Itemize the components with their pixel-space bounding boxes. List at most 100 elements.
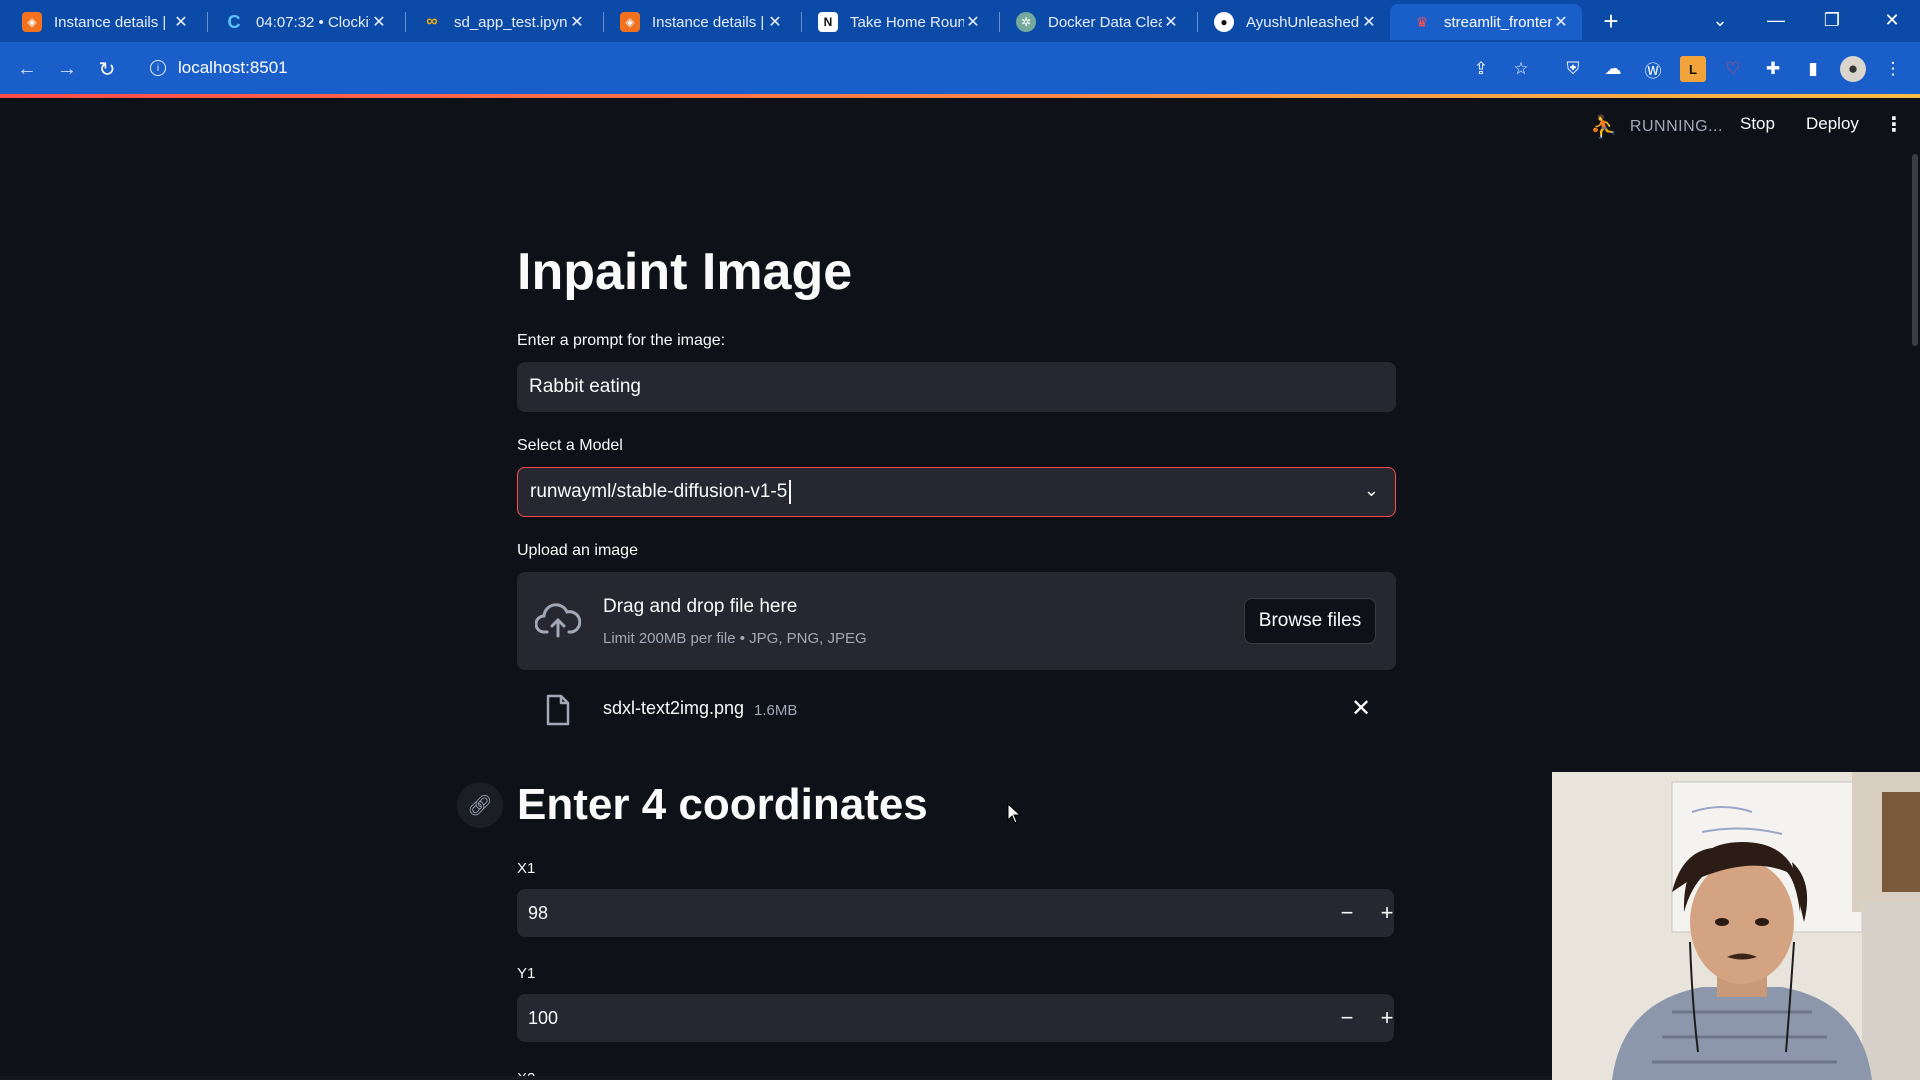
close-icon[interactable]: ✕ [964, 13, 982, 31]
running-label: RUNNING... [1629, 118, 1723, 135]
tab-title: 04:07:32 • Clockif [256, 13, 370, 31]
tab-title: Instance details | [652, 13, 765, 31]
tab-title: streamlit_fronten [1444, 13, 1552, 31]
prompt-label: Enter a prompt for the image: [517, 332, 726, 349]
main-menu-icon[interactable]: ⋮ [1884, 112, 1904, 137]
browser-tab[interactable]: ∞ sd_app_test.ipynb ✕ [400, 4, 598, 40]
clockify-icon: C [227, 11, 241, 32]
close-icon[interactable]: ✕ [1360, 13, 1378, 31]
puzzle-extensions-icon[interactable]: ✚ [1760, 56, 1786, 82]
url-text: localhost:8501 [178, 58, 288, 77]
file-dropzone[interactable]: Drag and drop file here Limit 200MB per … [517, 572, 1396, 670]
browser-tab[interactable]: N Take Home Roun ✕ [796, 4, 994, 40]
aws-icon: ◈ [22, 12, 42, 32]
close-icon[interactable]: ✕ [766, 13, 784, 31]
prompt-input[interactable]: Rabbit eating [517, 362, 1396, 412]
bottom-edge [0, 1076, 1552, 1080]
close-icon[interactable]: ✕ [1162, 13, 1180, 31]
restore-button[interactable]: ❐ [1804, 0, 1860, 40]
extension-icon[interactable]: L [1680, 56, 1706, 82]
model-value: runwayml/stable-diffusion-v1-5 [530, 481, 788, 502]
pocket-extension-icon[interactable]: ♡ [1720, 56, 1746, 82]
chatgpt-icon: ✲ [1016, 12, 1036, 32]
browser-tab[interactable]: ◈ Instance details | ✕ [598, 4, 796, 40]
aws-icon: ◈ [620, 12, 640, 32]
model-label: Select a Model [517, 437, 623, 454]
uploaded-file-row: sdxl-text2img.png 1.6MB ✕ [517, 682, 1396, 738]
back-button[interactable]: ← [10, 52, 44, 86]
text-caret [789, 480, 792, 504]
cloud-extension-icon[interactable]: ☁ [1600, 56, 1626, 82]
colab-icon: ∞ [426, 13, 438, 30]
tab-search-icon[interactable]: ⌄ [1692, 0, 1748, 40]
coordinates-heading: Enter 4 coordinates [517, 780, 928, 829]
running-icon: ⛹ [1590, 114, 1618, 139]
wordpress-extension-icon[interactable]: Ⓦ [1640, 56, 1666, 82]
address-bar[interactable]: i localhost:8501 [136, 48, 1506, 88]
close-icon[interactable]: ✕ [370, 13, 388, 31]
profile-avatar[interactable]: ● [1840, 56, 1866, 82]
reload-button[interactable]: ↻ [90, 52, 124, 86]
file-icon [546, 694, 570, 726]
close-icon[interactable]: ✕ [172, 13, 190, 31]
decrement-icon[interactable]: − [1331, 897, 1363, 929]
x1-value: 98 [528, 902, 549, 923]
bitwarden-extension-icon[interactable]: ⛨ [1560, 56, 1586, 82]
tab-title: Docker Data Clea [1048, 13, 1162, 31]
mouse-cursor-icon [1007, 803, 1021, 824]
browser-tab[interactable]: ◈ Instance details | ✕ [0, 4, 202, 40]
browser-tab-strip: ◈ Instance details | ✕ C 04:07:32 • Cloc… [0, 0, 1920, 42]
y1-number-input[interactable]: 100 − + [517, 994, 1394, 1042]
forward-button[interactable]: → [50, 52, 84, 86]
x1-number-input[interactable]: 98 − + [517, 889, 1394, 937]
link-icon[interactable]: 🔗︎ [457, 782, 503, 828]
uploaded-file-size: 1.6MB [754, 702, 798, 719]
page-title: Inpaint Image [517, 243, 853, 301]
upload-label: Upload an image [517, 542, 638, 559]
close-icon[interactable]: ✕ [1552, 13, 1570, 31]
cloud-upload-icon [535, 603, 581, 638]
github-icon: ● [1214, 12, 1234, 32]
tab-title: sd_app_test.ipynb [454, 13, 568, 31]
y1-label: Y1 [517, 965, 536, 982]
close-icon[interactable]: ✕ [568, 13, 586, 31]
browser-menu-icon[interactable]: ⋮ [1880, 56, 1906, 82]
streamlit-icon: ♛ [1415, 13, 1429, 30]
new-tab-button[interactable]: + [1596, 8, 1626, 36]
browser-tab-active[interactable]: ♛ streamlit_fronten ✕ [1390, 4, 1582, 40]
dropzone-limit: Limit 200MB per file • JPG, PNG, JPEG [603, 630, 867, 647]
uploaded-file-name: sdxl-text2img.png [603, 698, 745, 718]
tab-title: Take Home Roun [850, 13, 964, 31]
decrement-icon[interactable]: − [1331, 1002, 1363, 1034]
window-close-button[interactable]: ✕ [1864, 0, 1920, 40]
notion-icon: N [818, 12, 838, 32]
browser-toolbar: ← → ↻ i localhost:8501 ⇪ ☆ ⛨ ☁ Ⓦ L ♡ ✚ ▮… [0, 42, 1920, 94]
stop-button[interactable]: Stop [1740, 114, 1775, 134]
webcam-person-image [1552, 772, 1920, 1080]
deploy-button[interactable]: Deploy [1806, 114, 1859, 134]
bookmark-star-icon[interactable]: ☆ [1508, 56, 1534, 82]
browse-files-button[interactable]: Browse files [1244, 598, 1376, 644]
remove-file-icon[interactable]: ✕ [1351, 694, 1371, 723]
page-scrollbar[interactable] [1912, 154, 1918, 346]
dropzone-title: Drag and drop file here [603, 596, 798, 617]
streamlit-header: ⛹ RUNNING... Stop Deploy ⋮ [0, 98, 1920, 154]
increment-icon[interactable]: + [1371, 1002, 1403, 1034]
site-info-icon[interactable]: i [150, 60, 166, 76]
side-panel-icon[interactable]: ▮ [1800, 56, 1826, 82]
browser-tab[interactable]: ● AyushUnleashed ✕ [1192, 4, 1390, 40]
y1-value: 100 [528, 1007, 559, 1028]
browser-tab[interactable]: ✲ Docker Data Clea ✕ [994, 4, 1192, 40]
minimize-button[interactable]: — [1748, 0, 1804, 40]
share-icon[interactable]: ⇪ [1468, 56, 1494, 82]
x1-label: X1 [517, 860, 536, 877]
chevron-down-icon[interactable]: ⌄ [1364, 480, 1379, 501]
increment-icon[interactable]: + [1371, 897, 1403, 929]
prompt-value: Rabbit eating [529, 376, 641, 397]
tab-title: Instance details | [54, 13, 167, 31]
model-select[interactable]: runwayml/stable-diffusion-v1-5 ⌄ [517, 467, 1396, 517]
tab-title: AyushUnleashed [1246, 13, 1360, 31]
browser-tab[interactable]: C 04:07:32 • Clockif ✕ [202, 4, 400, 40]
webcam-overlay [1552, 772, 1920, 1080]
running-status: ⛹ RUNNING... [1590, 114, 1723, 140]
